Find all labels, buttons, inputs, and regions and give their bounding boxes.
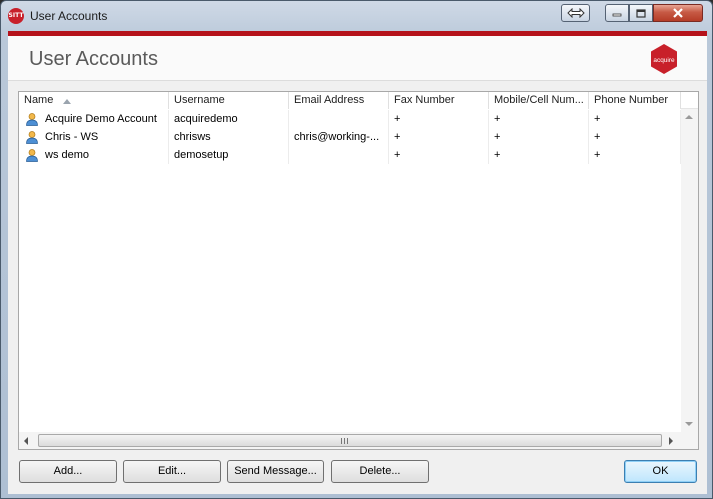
close-button[interactable] [653, 4, 703, 22]
minimize-icon [612, 13, 622, 17]
resize-icon [566, 8, 585, 18]
scroll-left-icon[interactable] [24, 437, 28, 445]
vertical-scrollbar[interactable] [681, 109, 698, 432]
grip-icon [341, 438, 349, 444]
scroll-down-icon[interactable] [685, 422, 693, 426]
title-bar[interactable]: SITT User Accounts [1, 1, 712, 31]
table-header-row: Name Username Email Address Fax Number M… [19, 92, 698, 109]
logo-text: acquire [653, 57, 675, 64]
cell-mobile: + [489, 110, 589, 128]
scroll-right-icon[interactable] [669, 437, 673, 445]
user-icon [26, 131, 38, 144]
minimize-button[interactable] [605, 4, 629, 22]
column-header-fax[interactable]: Fax Number [389, 92, 489, 109]
dialog-header: User Accounts acquire [8, 36, 707, 81]
horizontal-scrollbar[interactable] [19, 432, 698, 449]
delete-button[interactable]: Delete... [331, 460, 429, 483]
scroll-up-icon[interactable] [685, 115, 693, 119]
cell-email: chris@working-... [289, 128, 389, 146]
acquire-logo: acquire [651, 44, 677, 74]
page-title: User Accounts [29, 48, 158, 70]
close-icon [673, 8, 683, 18]
table-row[interactable]: Chris - WS chrisws chris@working-... + +… [19, 128, 681, 146]
cell-fax: + [389, 128, 489, 146]
cell-name: ws demo [19, 146, 169, 164]
app-icon: SITT [8, 8, 24, 24]
column-header-label: Name [24, 94, 54, 106]
cell-email [289, 146, 389, 164]
cell-mobile: + [489, 146, 589, 164]
cell-name: Chris - WS [19, 128, 169, 146]
column-header-email[interactable]: Email Address [289, 92, 389, 109]
window-title: User Accounts [30, 9, 108, 23]
cell-phone: + [589, 146, 681, 164]
table-row[interactable]: ws demo demosetup + + + [19, 146, 681, 164]
dialog-body: User Accounts acquire Name Username Emai… [8, 31, 707, 494]
user-name: Chris - WS [45, 131, 99, 143]
cell-phone: + [589, 110, 681, 128]
cell-username: demosetup [169, 146, 289, 164]
horizontal-scroll-thumb[interactable] [38, 434, 662, 447]
column-header-name[interactable]: Name [19, 92, 169, 109]
send-message-button[interactable]: Send Message... [227, 460, 324, 483]
ok-button[interactable]: OK [624, 460, 697, 483]
cell-fax: + [389, 110, 489, 128]
add-button[interactable]: Add... [19, 460, 117, 483]
maximize-button[interactable] [629, 4, 653, 22]
cell-fax: + [389, 146, 489, 164]
cell-phone: + [589, 128, 681, 146]
user-accounts-table[interactable]: Name Username Email Address Fax Number M… [18, 91, 699, 450]
cell-name: Acquire Demo Account [19, 110, 169, 128]
cell-email [289, 110, 389, 128]
column-header-username[interactable]: Username [169, 92, 289, 109]
maximize-icon [636, 8, 646, 18]
table-row[interactable]: Acquire Demo Account acquiredemo + + + [19, 110, 681, 128]
user-name: ws demo [45, 149, 90, 161]
user-icon [26, 113, 38, 126]
column-header-mobile[interactable]: Mobile/Cell Num... [489, 92, 589, 109]
cell-username: chrisws [169, 128, 289, 146]
sort-ascending-icon [63, 99, 71, 104]
column-header-phone[interactable]: Phone Number [589, 92, 681, 109]
cell-mobile: + [489, 128, 589, 146]
resize-button[interactable] [561, 4, 590, 22]
user-name: Acquire Demo Account [45, 113, 157, 125]
cell-username: acquiredemo [169, 110, 289, 128]
edit-button[interactable]: Edit... [123, 460, 221, 483]
user-icon [26, 149, 38, 162]
user-accounts-window: SITT User Accounts User Accounts acquire… [0, 0, 713, 499]
